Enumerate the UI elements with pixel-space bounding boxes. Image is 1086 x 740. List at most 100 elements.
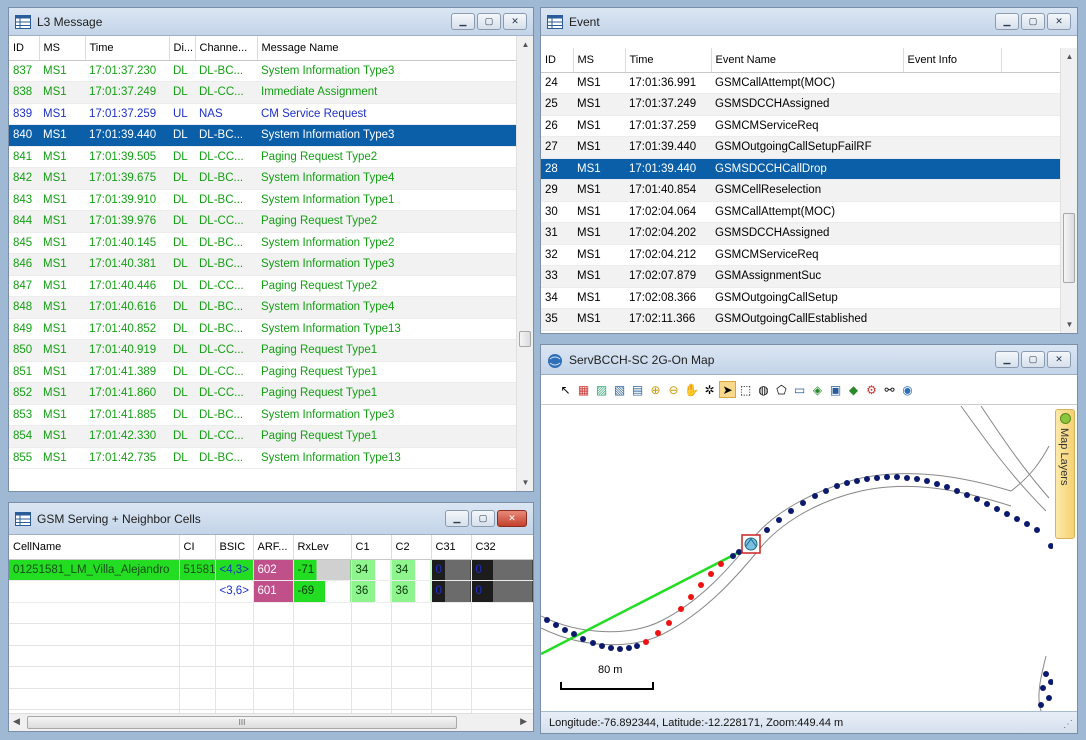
- select-rectangle-icon[interactable]: ⬚: [737, 381, 754, 398]
- scrollbar-thumb[interactable]: [1063, 213, 1075, 283]
- export-map-icon[interactable]: ▨: [593, 381, 610, 398]
- table-row[interactable]: 838 MS1 17:01:37.249 DL DL-CC... Immediate As…: [9, 81, 517, 104]
- ruler-icon[interactable]: ▭: [791, 381, 808, 398]
- close-button[interactable]: ✕: [1047, 13, 1071, 30]
- table-row[interactable]: 847 MS1 17:01:40.446 DL DL-CC... Paging Reque…: [9, 275, 517, 297]
- table-row[interactable]: 24 MS1 17:01:36.991 GSMCallAttempt(MOC): [541, 72, 1061, 94]
- table-row[interactable]: 839 MS1 17:01:37.259 UL NAS CM Service Reques…: [9, 103, 517, 125]
- column-header[interactable]: Message Name: [257, 36, 517, 61]
- map-layers-tab[interactable]: Map Layers: [1055, 409, 1075, 539]
- gsm-titlebar[interactable]: GSM Serving + Neighbor Cells ▁ ▢ ✕: [9, 503, 533, 535]
- column-header[interactable]: C2: [391, 535, 432, 560]
- maximize-button[interactable]: ▢: [471, 510, 495, 527]
- table-row[interactable]: 837 MS1 17:01:37.230 DL DL-BC... System Infor…: [9, 60, 517, 82]
- table-row[interactable]: 845 MS1 17:01:40.145 DL DL-BC... System Infor…: [9, 232, 517, 254]
- table-row[interactable]: 851 MS1 17:01:41.389 DL DL-CC... Paging Reque…: [9, 361, 517, 383]
- column-header[interactable]: ID: [541, 48, 574, 73]
- table-row[interactable]: 848 MS1 17:01:40.616 DL DL-BC... System Infor…: [9, 296, 517, 319]
- table-row[interactable]: 31 MS1 17:02:04.202 GSMSDCCHAssigned: [541, 222, 1061, 245]
- find-binoculars-icon[interactable]: ⚯: [881, 381, 898, 398]
- table-row[interactable]: 26 MS1 17:01:37.259 GSMCMServiceReq: [541, 115, 1061, 137]
- table-row[interactable]: 27 MS1 17:01:39.440 GSMOutgoingCallSetupFai…: [541, 136, 1061, 159]
- edit-map-icon[interactable]: ▧: [611, 381, 628, 398]
- map-canvas[interactable]: 80 m: [541, 406, 1053, 711]
- minimize-button[interactable]: ▁: [995, 13, 1019, 30]
- table-row[interactable]: 35 MS1 17:02:11.366 GSMOutgoingCallEstablis…: [541, 308, 1061, 331]
- table-row[interactable]: 32 MS1 17:02:04.212 GSMCMServiceReq: [541, 244, 1061, 266]
- table-row[interactable]: 854 MS1 17:01:42.330 DL DL-CC... Paging Reque…: [9, 425, 517, 448]
- column-header[interactable]: C1: [351, 535, 392, 560]
- table-row[interactable]: 28 MS1 17:01:39.440 GSMSDCCHCallDrop: [541, 158, 1061, 180]
- column-header[interactable]: C31: [431, 535, 472, 560]
- scroll-right-arrow-icon[interactable]: ▶: [520, 716, 527, 727]
- table-row[interactable]: 849 MS1 17:01:40.852 DL DL-BC... System Infor…: [9, 318, 517, 340]
- minimize-button[interactable]: ▁: [445, 510, 469, 527]
- table-row[interactable]: <3,6> 601 -69 36 36 0 0: [9, 580, 533, 603]
- print-map-icon[interactable]: ▤: [629, 381, 646, 398]
- add-layer-icon[interactable]: ◈: [809, 381, 826, 398]
- zoom-out-icon[interactable]: ⊖: [665, 381, 682, 398]
- column-header[interactable]: MS: [573, 48, 626, 73]
- table-row[interactable]: 30 MS1 17:02:04.064 GSMCallAttempt(MOC): [541, 201, 1061, 223]
- cell-site-marker[interactable]: [741, 534, 761, 554]
- horizontal-scrollbar-thumb[interactable]: III: [27, 716, 457, 729]
- column-header[interactable]: Event Name: [711, 48, 904, 73]
- pan-hand-icon[interactable]: ✋: [683, 381, 700, 398]
- zoom-in-icon[interactable]: ⊕: [647, 381, 664, 398]
- table-row[interactable]: 33 MS1 17:02:07.879 GSMAssignmentSuc: [541, 265, 1061, 288]
- column-header[interactable]: Time: [625, 48, 712, 73]
- table-row[interactable]: 25 MS1 17:01:37.249 GSMSDCCHAssigned: [541, 93, 1061, 116]
- maximize-button[interactable]: ▢: [1021, 351, 1045, 368]
- column-header[interactable]: Di...: [169, 36, 196, 61]
- select-polygon-icon[interactable]: ⬠: [773, 381, 790, 398]
- table-row[interactable]: 34 MS1 17:02:08.366 GSMOutgoingCallSetup: [541, 287, 1061, 309]
- pointer-icon[interactable]: ↖: [557, 381, 574, 398]
- scroll-up-arrow-icon[interactable]: ▲: [1061, 48, 1077, 65]
- column-header[interactable]: RxLev: [293, 535, 352, 560]
- image-layer-icon[interactable]: ▣: [827, 381, 844, 398]
- table-row[interactable]: 01251581_LM_Villa_Alejandro 51581 <4,3> 602…: [9, 559, 533, 581]
- l3-titlebar[interactable]: L3 Message ▁ ▢ ✕: [9, 8, 533, 36]
- globe-settings-icon[interactable]: ◉: [899, 381, 916, 398]
- map-titlebar[interactable]: ServBCCH-SC 2G-On Map ▁ ▢ ✕: [541, 345, 1077, 375]
- scroll-left-arrow-icon[interactable]: ◀: [13, 716, 20, 727]
- load-layer-icon[interactable]: ◆: [845, 381, 862, 398]
- table-row[interactable]: 855 MS1 17:01:42.735 DL DL-BC... System Infor…: [9, 447, 517, 469]
- column-header[interactable]: MS: [39, 36, 86, 61]
- table-row[interactable]: 853 MS1 17:01:41.885 DL DL-BC... System Infor…: [9, 404, 517, 426]
- table-row[interactable]: 843 MS1 17:01:39.910 DL DL-BC... System Infor…: [9, 189, 517, 211]
- table-row[interactable]: 852 MS1 17:01:41.860 DL DL-CC... Paging Reque…: [9, 382, 517, 405]
- column-header[interactable]: Channe...: [195, 36, 258, 61]
- full-extent-icon[interactable]: ✲: [701, 381, 718, 398]
- column-header[interactable]: BSIC: [215, 535, 254, 560]
- scroll-down-arrow-icon[interactable]: ▼: [517, 474, 533, 491]
- column-header[interactable]: C32: [471, 535, 533, 560]
- select-arrow-icon[interactable]: ➤: [719, 381, 736, 398]
- table-row[interactable]: 840 MS1 17:01:39.440 DL DL-BC... System Infor…: [9, 124, 517, 147]
- column-header[interactable]: ARF...: [253, 535, 294, 560]
- event-vertical-scrollbar[interactable]: ▲ ▼: [1060, 48, 1077, 333]
- table-row[interactable]: 850 MS1 17:01:40.919 DL DL-CC... Paging Reque…: [9, 339, 517, 362]
- scroll-up-arrow-icon[interactable]: ▲: [517, 36, 533, 53]
- table-row[interactable]: 846 MS1 17:01:40.381 DL DL-BC... System Infor…: [9, 253, 517, 276]
- gsm-horizontal-scrollbar[interactable]: ◀ III ▶: [9, 713, 533, 731]
- column-header[interactable]: Event Info: [903, 48, 1002, 73]
- minimize-button[interactable]: ▁: [451, 13, 475, 30]
- select-circle-icon[interactable]: ◍: [755, 381, 772, 398]
- column-header[interactable]: CI: [179, 535, 216, 560]
- table-row[interactable]: 841 MS1 17:01:39.505 DL DL-CC... Paging Reque…: [9, 146, 517, 168]
- scrollbar-thumb[interactable]: [519, 331, 531, 347]
- sites-icon[interactable]: ⚙: [863, 381, 880, 398]
- close-button[interactable]: ✕: [503, 13, 527, 30]
- close-button[interactable]: ✕: [497, 510, 527, 527]
- scroll-down-arrow-icon[interactable]: ▼: [1061, 316, 1077, 333]
- column-header[interactable]: ID: [9, 36, 40, 61]
- maximize-button[interactable]: ▢: [1021, 13, 1045, 30]
- column-header-filler[interactable]: [1001, 48, 1061, 73]
- resize-grip-icon[interactable]: ⋰: [1063, 719, 1073, 730]
- close-button[interactable]: ✕: [1047, 351, 1071, 368]
- minimize-button[interactable]: ▁: [995, 351, 1019, 368]
- layer-table-icon[interactable]: ▦: [575, 381, 592, 398]
- table-row[interactable]: 844 MS1 17:01:39.976 DL DL-CC... Paging Reque…: [9, 210, 517, 233]
- l3-vertical-scrollbar[interactable]: ▲ ▼: [516, 36, 533, 491]
